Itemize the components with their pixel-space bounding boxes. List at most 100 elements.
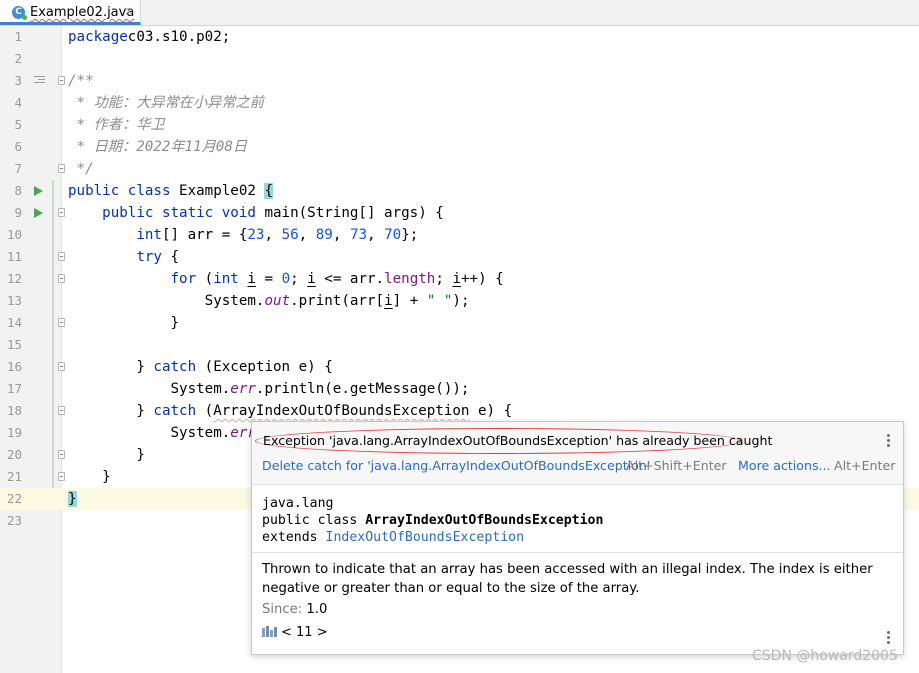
fold-marker-icon[interactable] [58,164,65,173]
code-text: * 功能：大异常在小异常之前 [68,92,264,114]
code-text: } catch (Exception e) { [68,356,333,378]
since-row: Since: 1.0 [262,602,327,617]
code-line[interactable]: 10 int[] arr = {23, 56, 89, 73, 70}; [0,224,919,246]
code-token: <= arr. [315,271,385,287]
code-text: public class Example02 { [68,180,274,202]
more-actions-link[interactable]: More actions... [738,458,831,473]
code-token: System. [68,425,231,441]
line-number: 18 [6,403,22,418]
code-text: System.err.println(e.getMessage()); [68,378,469,400]
tab-example02-java[interactable]: C Example02.java × [0,0,141,25]
fold-marker-icon[interactable] [58,450,65,459]
delete-catch-shortcut: Alt+Shift+Enter [626,458,727,473]
code-token: 70 [384,227,402,243]
code-text: for (int i = 0; i <= arr.length; i++) { [68,268,503,290]
watermark: CSDN @howard2005 [752,648,898,664]
popup-more-icon[interactable] [887,631,890,646]
decl-extends-prefix: extends [262,530,326,545]
line-number: 16 [6,359,22,374]
code-token: * 功能：大异常在小异常之前 [68,95,264,111]
code-token: main(String[] args) { [264,205,444,221]
code-line[interactable]: 2 [0,48,919,70]
fold-marker-icon[interactable] [58,274,65,283]
line-number: 4 [14,95,22,110]
code-line[interactable]: 1 packagec03.s10.p02; [0,26,919,48]
code-token: (Exception e) { [204,359,333,375]
code-line[interactable]: 11 try { [0,246,919,268]
jdk-version: < 11 > [281,625,328,640]
line-number: 13 [6,293,22,308]
line-number: 14 [6,315,22,330]
tab-filename: Example02.java [30,5,135,20]
library-icon [262,626,277,637]
run-icon[interactable] [34,208,43,218]
code-line[interactable]: 8 public class Example02 { [0,180,919,202]
code-line[interactable]: 15 [0,334,919,356]
line-number: 11 [6,249,22,264]
code-token: for [68,271,205,287]
code-token: ] + [392,293,427,309]
code-line[interactable]: 7 */ [0,158,919,180]
decl-class-name: ArrayIndexOutOfBoundsException [365,513,604,528]
code-token: err [230,381,256,397]
code-token: , [367,227,385,243]
code-token: } [68,447,145,463]
fold-marker-icon[interactable] [58,208,65,217]
code-token: package [68,29,128,45]
superclass-link[interactable]: IndexOutOfBoundsException [326,530,525,545]
fold-marker-icon[interactable] [58,406,65,415]
code-token: .print(arr[ [290,293,385,309]
code-line[interactable]: 18 } catch (ArrayIndexOutOfBoundsExcepti… [0,400,919,422]
delete-catch-action[interactable]: Delete catch for 'java.lang.ArrayIndexOu… [262,458,650,473]
code-token: public static void [68,205,265,221]
code-token: ( [204,403,214,419]
fold-marker-icon[interactable] [58,362,65,371]
code-text: } [68,312,179,334]
code-token: } [68,315,180,331]
editor-tab-bar: C Example02.java × [0,0,919,26]
code-token: int [68,227,162,243]
code-token: int [213,271,248,287]
code-line[interactable]: 12 for (int i = 0; i <= arr.length; i++)… [0,268,919,290]
more-actions-shortcut: Alt+Enter [834,458,896,473]
code-line[interactable]: 9 public static void main(String[] args)… [0,202,919,224]
close-icon[interactable]: × [124,4,134,18]
line-number: 1 [14,29,22,44]
code-line[interactable]: 3 /** [0,70,919,92]
popup-options-icon[interactable] [887,434,890,449]
fold-marker-icon[interactable] [58,252,65,261]
code-token: ( [204,271,214,287]
code-text: } [68,488,77,510]
fold-marker-icon[interactable] [58,76,65,85]
jdk-selector[interactable]: < 11 > [262,625,328,640]
code-text: * 作者：华卫 [68,114,165,136]
code-text: */ [68,158,94,180]
line-number: 5 [14,117,22,132]
code-line[interactable]: 5 * 作者：华卫 [0,114,919,136]
code-token: , [332,227,350,243]
code-token: catch [153,403,205,419]
code-text: try { [68,246,179,268]
code-token: } [68,359,154,375]
code-line[interactable]: 6 * 日期：2022年11月08日 [0,136,919,158]
code-token: 73 [349,227,368,243]
fold-marker-icon[interactable] [58,318,65,327]
fold-marker-icon[interactable] [58,472,65,481]
line-number: 9 [14,205,22,220]
code-token: try [68,249,171,265]
line-number: 7 [14,161,22,176]
code-line[interactable]: 16 } catch (Exception e) { [0,356,919,378]
code-token: ArrayIndexOutOfBoundsException [213,403,470,419]
code-line[interactable]: 14 } [0,312,919,334]
render-doc-icon[interactable] [34,76,45,86]
code-token: * 日期：2022年11月08日 [68,139,248,155]
code-line[interactable]: 17 System.err.println(e.getMessage()); [0,378,919,400]
code-token: catch [153,359,205,375]
line-number: 17 [6,381,22,396]
java-class-icon: C [12,6,27,20]
code-token: .println(e.getMessage()); [255,381,470,397]
code-token: { [170,249,180,265]
code-line[interactable]: 13 System.out.print(arr[i] + " "); [0,290,919,312]
code-line[interactable]: 4 * 功能：大异常在小异常之前 [0,92,919,114]
run-icon[interactable] [34,186,43,196]
